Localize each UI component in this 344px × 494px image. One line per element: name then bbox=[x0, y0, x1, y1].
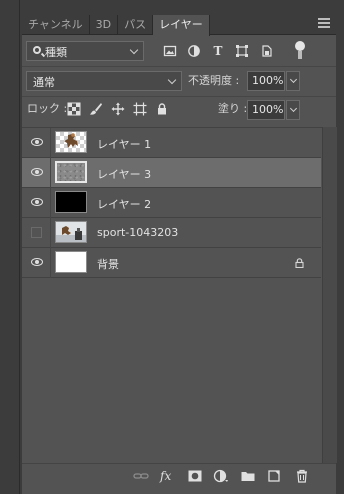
layer-row-sport[interactable]: sport-1043203 bbox=[22, 218, 321, 248]
layer-name[interactable]: 背景 bbox=[97, 256, 119, 272]
layer-name[interactable]: レイヤー 3 bbox=[97, 166, 151, 182]
tab-layers[interactable]: レイヤー bbox=[153, 15, 210, 36]
trash-icon[interactable] bbox=[294, 469, 310, 483]
layer-row-layer-1[interactable]: レイヤー 1 bbox=[22, 128, 321, 158]
opacity-slider-button[interactable] bbox=[286, 71, 300, 91]
layer-lock-icon bbox=[295, 258, 304, 269]
filter-toggle-switch[interactable] bbox=[295, 41, 305, 59]
filter-kind-select[interactable]: 種類 bbox=[26, 41, 144, 61]
blend-mode-select[interactable]: 通常 bbox=[26, 71, 182, 91]
lock-position-icon[interactable] bbox=[111, 102, 125, 116]
search-icon bbox=[33, 46, 41, 54]
blend-mode-value: 通常 bbox=[33, 76, 55, 89]
right-dock-gutter bbox=[336, 0, 344, 494]
visibility-eye-icon[interactable] bbox=[31, 258, 43, 266]
panel-menu-icon[interactable] bbox=[318, 18, 330, 28]
filter-pixel-icon[interactable] bbox=[163, 44, 177, 58]
filter-kind-label: 種類 bbox=[45, 46, 67, 59]
fill-label: 塗り : bbox=[218, 102, 248, 115]
tab-paths[interactable]: パス bbox=[118, 15, 154, 35]
fx-icon[interactable]: fx bbox=[160, 469, 176, 483]
layers-panel: チャンネル 3D パス レイヤー 種類 T 通常 不透明度 : 100% ロック… bbox=[22, 0, 337, 494]
filter-shape-icon[interactable] bbox=[235, 44, 249, 58]
divider bbox=[50, 188, 51, 218]
tab-list: チャンネル 3D パス レイヤー bbox=[22, 15, 210, 36]
lock-all-icon[interactable] bbox=[155, 102, 169, 116]
dock-edge bbox=[19, 0, 20, 494]
divider bbox=[22, 66, 336, 67]
layer-thumbnail bbox=[55, 191, 87, 213]
filter-adjustment-icon[interactable] bbox=[187, 44, 201, 58]
lock-image-pixels-icon[interactable] bbox=[89, 102, 103, 116]
layer-name[interactable]: sport-1043203 bbox=[97, 226, 178, 239]
visibility-eye-icon[interactable] bbox=[31, 198, 43, 206]
fill-slider-button[interactable] bbox=[286, 100, 300, 120]
opacity-input[interactable]: 100% bbox=[247, 71, 285, 91]
filter-type-icon[interactable]: T bbox=[211, 44, 225, 58]
panel-tab-bar: チャンネル 3D パス レイヤー bbox=[22, 0, 336, 36]
filter-smart-object-icon[interactable] bbox=[260, 44, 274, 58]
visibility-eye-icon[interactable] bbox=[31, 168, 43, 176]
divider bbox=[50, 158, 51, 188]
layer-name[interactable]: レイヤー 2 bbox=[97, 196, 151, 212]
divider bbox=[50, 128, 51, 158]
chevron-down-icon bbox=[289, 75, 298, 84]
adjustment-layer-icon[interactable] bbox=[213, 469, 229, 483]
layer-thumbnail bbox=[55, 161, 87, 183]
layer-name[interactable]: レイヤー 1 bbox=[97, 136, 151, 152]
new-group-icon[interactable] bbox=[240, 469, 256, 483]
layer-row-layer-3[interactable]: レイヤー 3 bbox=[22, 158, 321, 188]
chevron-down-icon bbox=[167, 75, 177, 85]
fill-input[interactable]: 100% bbox=[247, 100, 285, 120]
add-mask-icon[interactable] bbox=[187, 469, 203, 483]
chevron-down-icon bbox=[129, 45, 139, 55]
layer-thumbnail bbox=[55, 131, 87, 153]
lock-artboard-icon[interactable] bbox=[133, 102, 147, 116]
tab-channels[interactable]: チャンネル bbox=[22, 15, 90, 35]
layers-bottom-toolbar bbox=[22, 463, 336, 490]
layers-list: レイヤー 1 レイヤー 3 レイヤー 2 sport-1043203 背景 bbox=[22, 127, 336, 464]
layer-row-layer-2[interactable]: レイヤー 2 bbox=[22, 188, 321, 218]
lock-transparent-pixels-icon[interactable] bbox=[67, 102, 81, 116]
divider bbox=[22, 96, 336, 97]
layer-thumbnail bbox=[55, 221, 87, 243]
layers-scrollbar[interactable] bbox=[322, 127, 337, 463]
divider bbox=[50, 248, 51, 278]
link-layers-icon[interactable] bbox=[133, 469, 149, 483]
tab-3d[interactable]: 3D bbox=[90, 15, 119, 35]
lock-label: ロック : bbox=[27, 102, 68, 115]
divider bbox=[50, 218, 51, 248]
visibility-eye-icon[interactable] bbox=[31, 138, 43, 146]
opacity-label: 不透明度 : bbox=[188, 74, 240, 87]
visibility-off-box[interactable] bbox=[31, 227, 42, 238]
left-dock-gutter bbox=[0, 0, 22, 494]
chevron-down-icon bbox=[289, 104, 298, 113]
layer-row-background[interactable]: 背景 bbox=[22, 248, 321, 278]
new-layer-icon[interactable] bbox=[266, 469, 282, 483]
layer-thumbnail bbox=[55, 251, 87, 273]
